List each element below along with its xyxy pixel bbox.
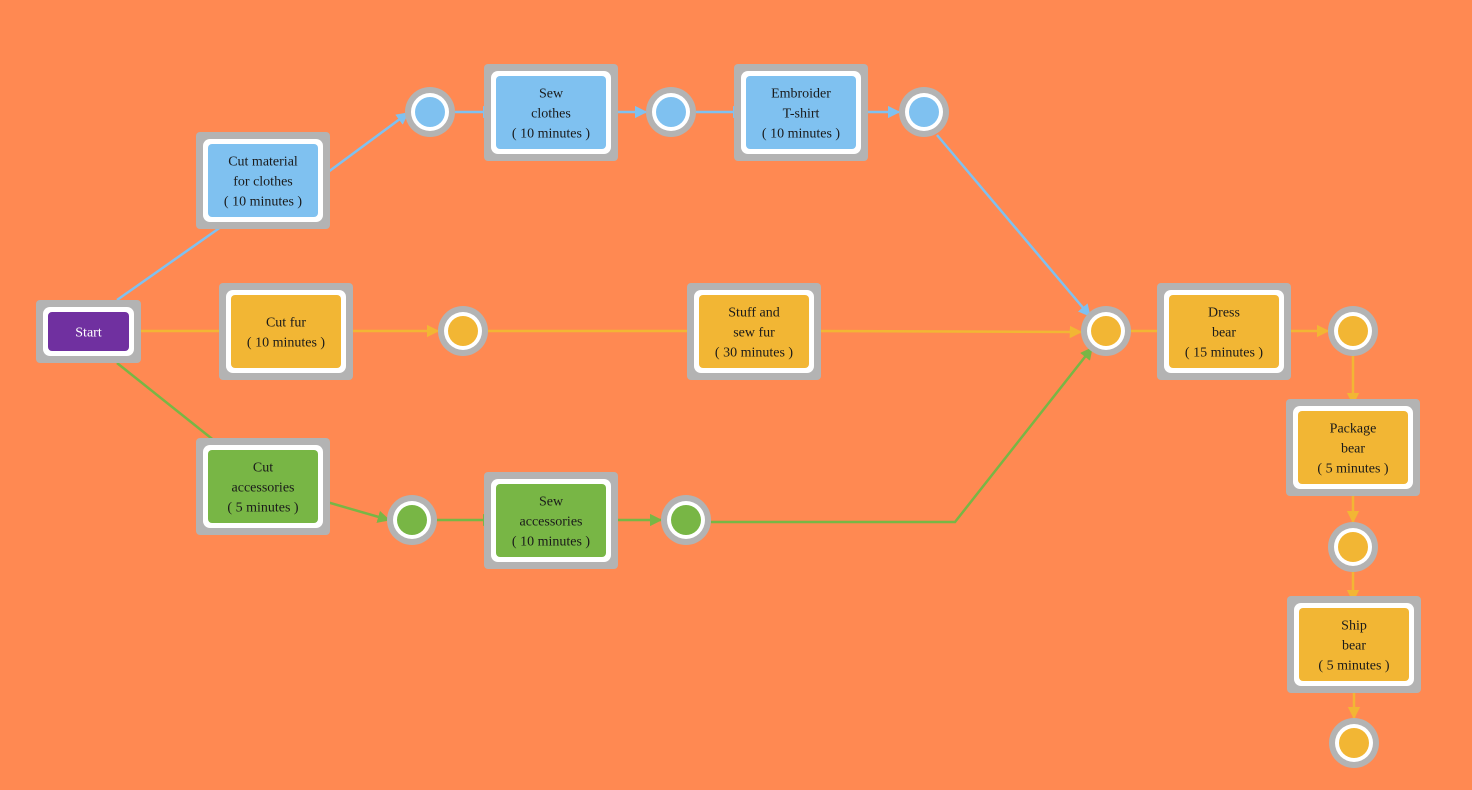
event-node-e4[interactable] xyxy=(438,306,488,356)
event-node-e7[interactable] xyxy=(1328,522,1378,572)
task-package[interactable]: Package bear ( 5 minutes ) xyxy=(1286,399,1420,496)
event-node-e8[interactable] xyxy=(1329,718,1379,768)
edge-e3-to-e5 xyxy=(936,134,1091,317)
task-sew-acc[interactable]: Sew accessories ( 10 minutes ) xyxy=(484,472,618,569)
task-label-line: clothes xyxy=(531,107,571,122)
event-node-g1[interactable] xyxy=(387,495,437,545)
task-start[interactable]: Start xyxy=(36,300,141,363)
task-label-line: for clothes xyxy=(233,175,292,190)
event-fill xyxy=(1338,532,1368,562)
edge-cut_acc-to-g1 xyxy=(319,498,391,523)
task-label-line: accessories xyxy=(520,515,583,530)
task-label-line: ( 10 minutes ) xyxy=(512,535,590,550)
task-label-line: Stuff and xyxy=(728,306,779,321)
task-label-line: bear xyxy=(1342,639,1366,654)
event-fill xyxy=(397,505,427,535)
event-node-e1[interactable] xyxy=(405,87,455,137)
event-fill xyxy=(448,316,478,346)
task-fill xyxy=(231,295,341,368)
edge-start-to-cut_acc xyxy=(116,362,217,443)
task-label-line: ( 5 minutes ) xyxy=(1318,659,1389,674)
task-label-line: sew fur xyxy=(733,326,775,341)
task-label-line: T-shirt xyxy=(783,107,820,122)
task-label-line: ( 5 minutes ) xyxy=(227,501,298,516)
task-cut-acc[interactable]: Cut accessories ( 5 minutes ) xyxy=(196,438,330,535)
task-ship[interactable]: Ship bear ( 5 minutes ) xyxy=(1287,596,1421,693)
task-label-line: Cut material xyxy=(228,155,298,170)
task-label-line: Embroider xyxy=(771,87,831,102)
event-node-e2[interactable] xyxy=(646,87,696,137)
task-label-line: Sew xyxy=(539,87,564,102)
task-label-line: ( 10 minutes ) xyxy=(512,127,590,142)
edge-start-to-cut_material xyxy=(116,220,229,302)
task-label-line: ( 10 minutes ) xyxy=(247,336,325,351)
task-label-line: Cut xyxy=(253,461,273,476)
event-node-g2[interactable] xyxy=(661,495,711,545)
task-label-line: Cut fur xyxy=(266,316,306,331)
task-label-line: bear xyxy=(1212,326,1236,341)
nodes-layer: Start Cut material for clothes ( 10 minutes… xyxy=(36,64,1421,768)
task-label-line: ( 5 minutes ) xyxy=(1317,462,1388,477)
project-network-diagram: Start Cut material for clothes ( 10 minutes… xyxy=(36,64,1421,768)
task-cut-material[interactable]: Cut material for clothes ( 10 minutes ) xyxy=(196,132,330,229)
task-stuff-sew[interactable]: Stuff and sew fur ( 30 minutes ) xyxy=(687,283,821,380)
event-fill xyxy=(1338,316,1368,346)
event-fill xyxy=(1339,728,1369,758)
event-fill xyxy=(671,505,701,535)
task-label-line: bear xyxy=(1341,442,1365,457)
event-fill xyxy=(1091,316,1121,346)
task-label-line: accessories xyxy=(232,481,295,496)
task-label-line: ( 15 minutes ) xyxy=(1185,346,1263,361)
event-fill xyxy=(656,97,686,127)
task-sew-clothes[interactable]: Sew clothes ( 10 minutes ) xyxy=(484,64,618,161)
event-fill xyxy=(909,97,939,127)
task-label-line: ( 30 minutes ) xyxy=(715,346,793,361)
task-dress[interactable]: Dress bear ( 15 minutes ) xyxy=(1157,283,1291,380)
task-label-line: Start xyxy=(75,326,102,341)
event-fill xyxy=(415,97,445,127)
task-label-line: ( 10 minutes ) xyxy=(224,195,302,210)
task-label-line: ( 10 minutes ) xyxy=(762,127,840,142)
task-label-line: Package xyxy=(1330,422,1377,437)
task-cut-fur[interactable]: Cut fur ( 10 minutes ) xyxy=(219,283,353,380)
task-label-line: Sew xyxy=(539,495,564,510)
task-label-line: Ship xyxy=(1341,619,1367,634)
edge-cut_material-to-e1 xyxy=(319,111,410,180)
task-embroider[interactable]: Embroider T-shirt ( 10 minutes ) xyxy=(734,64,868,161)
event-node-e5[interactable] xyxy=(1081,306,1131,356)
event-node-e3[interactable] xyxy=(899,87,949,137)
edge-stuff_sew-to-e5 xyxy=(810,325,1083,339)
event-node-e6[interactable] xyxy=(1328,306,1378,356)
task-label-line: Dress xyxy=(1208,306,1240,321)
